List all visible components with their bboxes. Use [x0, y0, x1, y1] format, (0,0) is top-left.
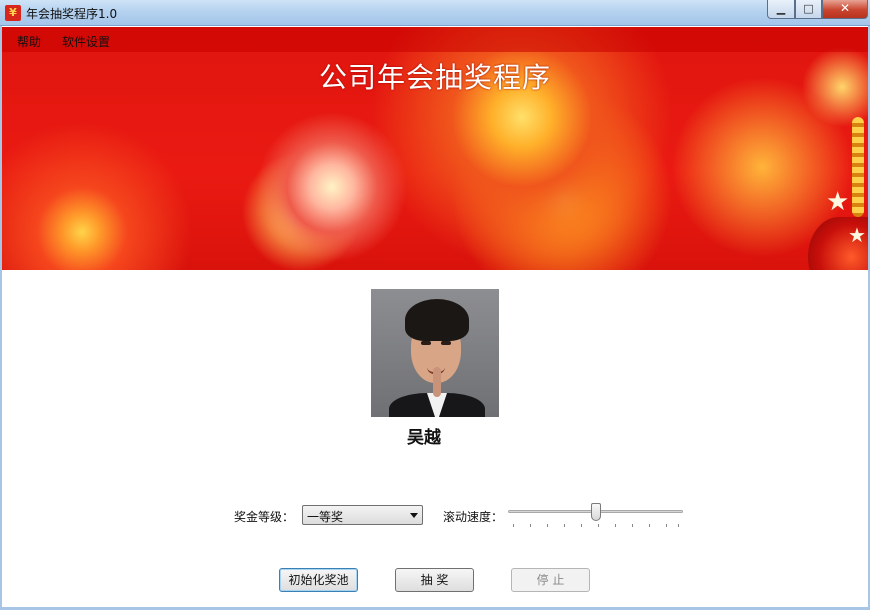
- scroll-speed-slider[interactable]: [508, 500, 683, 530]
- slider-tick: [564, 524, 565, 527]
- prize-level-select[interactable]: 一等奖: [302, 505, 423, 525]
- maximize-button[interactable]: □: [795, 0, 822, 19]
- init-prize-pool-button[interactable]: 初始化奖池: [279, 568, 358, 592]
- slider-tick: [649, 524, 650, 527]
- slider-tick: [666, 524, 667, 527]
- star-icon: ★: [826, 187, 850, 217]
- slider-tick: [678, 524, 679, 527]
- title-bar: ¥ 年会抽奖程序1.0 ▁ □ ✕: [0, 0, 870, 26]
- slider-tick: [581, 524, 582, 527]
- decoration-chain: [852, 117, 864, 217]
- dropdown-arrow-icon: [410, 513, 418, 518]
- scroll-speed-label: 滚动速度：: [443, 510, 504, 524]
- winner-name: 吴越: [407, 428, 441, 448]
- slider-tick: [615, 524, 616, 527]
- close-button[interactable]: ✕: [822, 0, 868, 19]
- draw-button[interactable]: 抽 奖: [395, 568, 474, 592]
- menu-software-settings[interactable]: 软件设置: [62, 33, 110, 50]
- slider-tick: [547, 524, 548, 527]
- prize-level-label: 奖金等级：: [234, 510, 295, 524]
- slider-tick: [513, 524, 514, 527]
- winner-photo: [371, 289, 499, 417]
- menu-help[interactable]: 帮助: [17, 33, 41, 50]
- window-border-left: [0, 26, 2, 610]
- slider-tick: [632, 524, 633, 527]
- prize-level-value: 一等奖: [307, 510, 344, 524]
- slider-tick: [598, 524, 599, 527]
- window-title: 年会抽奖程序1.0: [26, 7, 118, 21]
- banner-title: 公司年会抽奖程序: [318, 61, 551, 94]
- slider-thumb[interactable]: [591, 503, 601, 521]
- minimize-button[interactable]: ▁: [767, 0, 795, 19]
- menu-bar: 帮助 软件设置: [2, 27, 868, 52]
- star-icon: ★: [848, 223, 866, 247]
- app-icon: ¥: [5, 5, 21, 21]
- stop-button[interactable]: 停 止: [511, 568, 590, 592]
- slider-tick: [530, 524, 531, 527]
